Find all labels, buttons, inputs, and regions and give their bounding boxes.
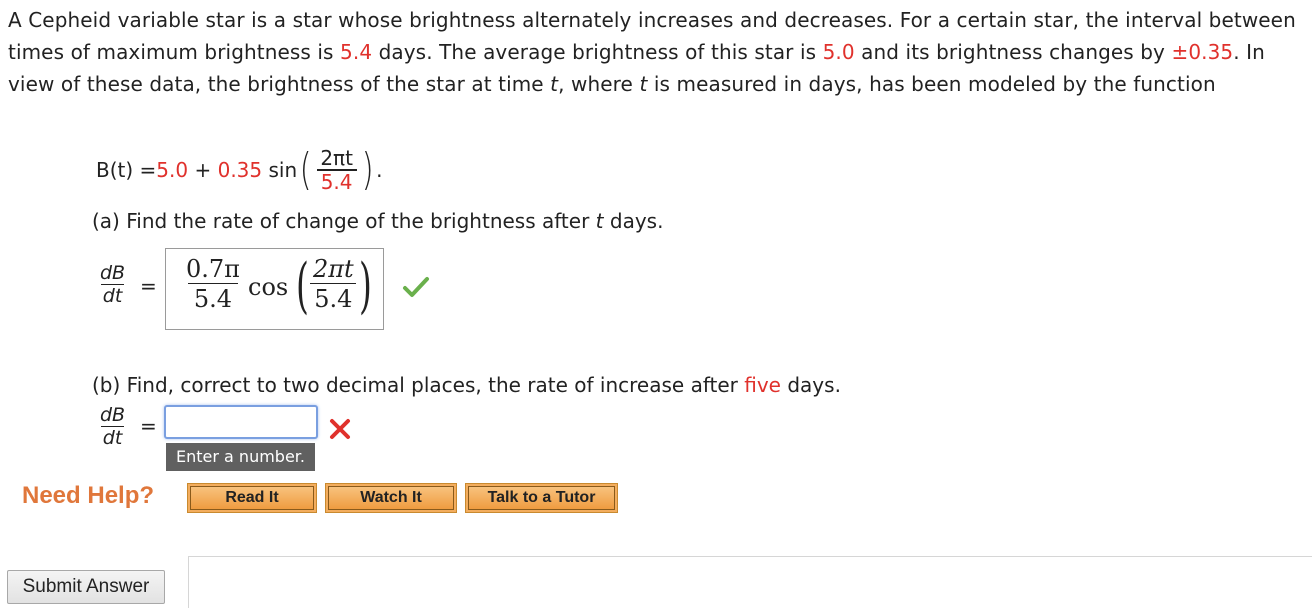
average-value: 5.0 <box>822 40 855 64</box>
formula-period: . <box>376 158 383 182</box>
part-b-answer-input[interactable] <box>164 405 318 439</box>
right-paren: ) <box>359 251 372 321</box>
days-value: five <box>744 373 781 397</box>
intro-text-5: , where <box>558 72 640 96</box>
formula-plus: + <box>188 158 218 182</box>
footer-divider <box>188 556 1312 557</box>
input-tooltip: Enter a number. <box>166 443 315 471</box>
formula-lhs: B(t) = <box>96 158 157 182</box>
argument-fraction: 2πt 5.4 <box>309 255 358 314</box>
right-paren: ) <box>361 144 374 195</box>
formula-amplitude: 0.35 <box>217 158 263 182</box>
intro-text-2: days. The average brightness of this sta… <box>372 40 823 64</box>
x-mark-icon <box>330 419 350 439</box>
left-paren: ( <box>296 251 309 321</box>
model-formula: B(t) = 5.0 + 0.35 sin ( 2πt 5.4 ) . <box>96 144 382 196</box>
checkmark-icon <box>403 277 429 297</box>
change-value: ±0.35 <box>1171 40 1234 64</box>
formula-sin: sin <box>262 158 298 182</box>
intro-text-6: is measured in days, has been modeled by… <box>647 72 1216 96</box>
left-paren: ( <box>299 144 312 195</box>
intro-text-3: and its brightness changes by <box>854 40 1172 64</box>
cos-function: cos <box>248 273 289 301</box>
part-a-answer-field[interactable]: 0.7π 5.4 cos ( 2πt 5.4 ) <box>165 248 384 330</box>
fraction-denominator: 5.4 <box>316 169 357 193</box>
read-it-button[interactable]: Read It <box>187 483 317 513</box>
watch-it-button[interactable]: Watch It <box>325 483 457 513</box>
submit-answer-button[interactable]: Submit Answer <box>7 570 165 604</box>
equals-sign: = <box>140 274 157 298</box>
footer-divider-vertical <box>188 556 189 608</box>
problem-statement: A Cepheid variable star is a star whose … <box>8 4 1308 100</box>
formula-fraction: 2πt 5.4 <box>316 147 357 193</box>
formula-constant: 5.0 <box>156 158 189 182</box>
talk-to-tutor-button[interactable]: Talk to a Tutor <box>465 483 618 513</box>
part-b-question: (b) Find, correct to two decimal places,… <box>92 373 841 397</box>
period-value: 5.4 <box>340 40 373 64</box>
fraction-numerator: 2πt <box>320 146 353 170</box>
variable-t: t <box>550 72 559 96</box>
coefficient-fraction: 0.7π 5.4 <box>186 255 240 313</box>
equals-sign: = <box>140 414 157 438</box>
derivative-label-b: dB dt <box>100 404 126 449</box>
derivative-label-a: dB dt <box>100 262 126 307</box>
part-a-question: (a) Find the rate of change of the brigh… <box>92 209 664 233</box>
need-help-label: Need Help? <box>22 482 155 509</box>
